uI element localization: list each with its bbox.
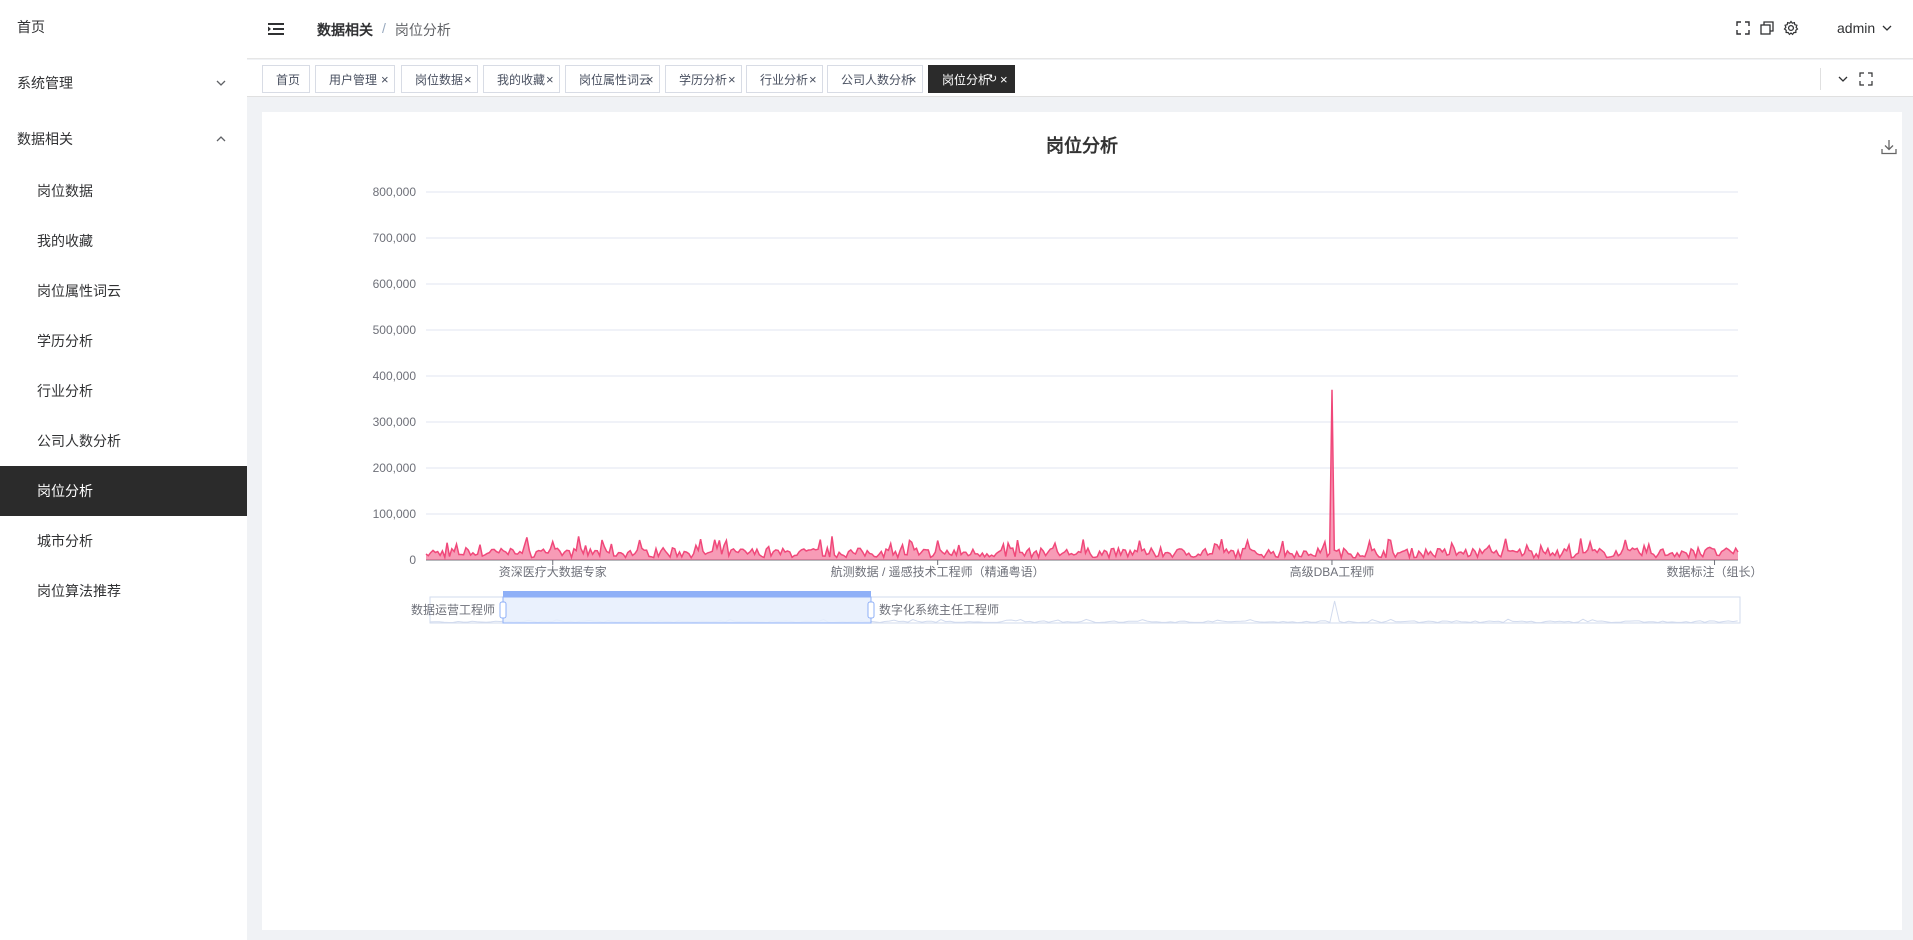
sidebar-item-label: 岗位算法推荐 xyxy=(37,583,121,599)
fullscreen-icon[interactable] xyxy=(1859,72,1873,86)
sidebar-item-label: 岗位属性词云 xyxy=(37,283,121,299)
tab-user-management[interactable]: 用户管理 × xyxy=(315,65,395,93)
user-dropdown[interactable]: admin xyxy=(1837,20,1893,36)
username: admin xyxy=(1837,20,1876,36)
close-icon[interactable]: × xyxy=(728,73,736,86)
refresh-icon[interactable]: ↻ xyxy=(988,73,997,86)
tab-label: 我的收藏 xyxy=(497,72,546,87)
tab-job-analysis[interactable]: 岗位分析 ↻ × xyxy=(928,65,1015,93)
tab-label: 岗位数据 xyxy=(415,72,464,87)
tab-home[interactable]: 首页 xyxy=(262,65,310,93)
tab-label: 公司人数分析 xyxy=(841,72,914,87)
sidebar-item-job-data[interactable]: 岗位数据 xyxy=(0,166,247,216)
y-tick-label: 500,000 xyxy=(373,323,417,337)
fullscreen-icon[interactable] xyxy=(1735,20,1751,36)
y-tick-label: 700,000 xyxy=(373,231,417,245)
x-tick-label: 资深医疗大数据专家 xyxy=(499,564,607,579)
sidebar-item-label: 公司人数分析 xyxy=(37,433,121,449)
breadcrumb: 数据相关 / 岗位分析 xyxy=(317,20,451,40)
close-icon[interactable]: × xyxy=(1000,73,1008,86)
x-tick-label: 高级DBA工程师 xyxy=(1290,564,1375,579)
sidebar: 首页 系统管理 数据相关 岗位数据 我的收藏 岗位属性词云 学历分析 行业分析 … xyxy=(0,0,247,940)
sidebar-item-system[interactable]: 系统管理 xyxy=(0,58,247,108)
chevron-down-icon xyxy=(216,80,226,86)
sidebar-item-label: 岗位数据 xyxy=(37,183,93,199)
size-icon[interactable] xyxy=(1759,20,1775,36)
tab-label: 岗位分析 xyxy=(942,72,991,87)
tab-job-data[interactable]: 岗位数据 × xyxy=(401,65,478,93)
datazoom-end-label: 数字化系统主任工程师 xyxy=(879,602,999,617)
sidebar-item-label: 数据相关 xyxy=(17,131,73,147)
tab-label: 首页 xyxy=(276,72,301,87)
tab-education[interactable]: 学历分析 × xyxy=(665,65,742,93)
tab-label: 岗位属性词云 xyxy=(579,72,652,87)
divider xyxy=(1820,68,1821,90)
chevron-down-icon xyxy=(1882,25,1892,31)
datazoom-move-handle xyxy=(503,591,871,597)
y-tick-label: 0 xyxy=(409,553,416,567)
area-chart: 0 100,000 200,000 300,000 400,000 500,000 600,… xyxy=(373,185,1763,624)
sidebar-item-label: 学历分析 xyxy=(37,333,93,349)
gear-icon[interactable] xyxy=(1783,20,1799,36)
sidebar-item-recommend[interactable]: 岗位算法推荐 xyxy=(0,566,247,616)
tab-label: 用户管理 xyxy=(329,72,378,87)
tab-industry[interactable]: 行业分析 × xyxy=(746,65,823,93)
y-tick-label: 200,000 xyxy=(373,461,417,475)
datazoom-handle[interactable] xyxy=(499,601,507,619)
close-icon[interactable]: × xyxy=(909,73,917,86)
close-icon[interactable]: × xyxy=(381,73,389,86)
datazoom-window xyxy=(502,596,872,624)
sidebar-item-label: 首页 xyxy=(17,19,45,35)
datazoom-handle[interactable] xyxy=(867,601,875,619)
chevron-down-icon[interactable] xyxy=(1836,72,1850,86)
sidebar-item-label: 行业分析 xyxy=(37,383,93,399)
chart-card: 岗位分析 0 100,000 200,000 300,000 400,000 500,00… xyxy=(262,112,1902,930)
breadcrumb-parent[interactable]: 数据相关 xyxy=(317,20,373,40)
sidebar-item-wordcloud[interactable]: 岗位属性词云 xyxy=(0,266,247,316)
sidebar-item-education[interactable]: 学历分析 xyxy=(0,316,247,366)
breadcrumb-separator: / xyxy=(382,20,386,36)
y-tick-label: 100,000 xyxy=(373,507,417,521)
tags-view: 首页 用户管理 × 岗位数据 × 我的收藏 × 岗位属性词云 × 学历分析 × … xyxy=(247,60,1913,97)
sidebar-item-city[interactable]: 城市分析 xyxy=(0,516,247,566)
breadcrumb-current: 岗位分析 xyxy=(394,22,451,38)
series-line xyxy=(425,389,1739,561)
sidebar-item-label: 城市分析 xyxy=(37,533,93,549)
datazoom-start-label: 数据运营工程师 xyxy=(411,602,495,617)
tab-label: 行业分析 xyxy=(760,72,809,87)
close-icon[interactable]: × xyxy=(809,73,817,86)
sidebar-item-favorites[interactable]: 我的收藏 xyxy=(0,216,247,266)
y-tick-label: 800,000 xyxy=(373,185,417,199)
tab-label: 学历分析 xyxy=(679,72,728,87)
x-tick-label: 航测数据 / 遥感技术工程师（精通粤语） xyxy=(831,564,1045,579)
navbar: 数据相关 / 岗位分析 admin xyxy=(247,0,1913,59)
sidebar-item-job-analysis[interactable]: 岗位分析 xyxy=(0,466,247,516)
y-tick-label: 600,000 xyxy=(373,277,417,291)
series-area xyxy=(426,389,1738,560)
sidebar-item-label: 岗位分析 xyxy=(37,483,93,499)
sidebar-item-data[interactable]: 数据相关 xyxy=(0,114,247,164)
close-icon[interactable]: × xyxy=(646,73,654,86)
tab-company-size[interactable]: 公司人数分析 × xyxy=(827,65,923,93)
sidebar-item-home[interactable]: 首页 xyxy=(0,2,247,52)
chevron-up-icon xyxy=(216,136,226,142)
hamburger-icon[interactable] xyxy=(267,20,285,38)
x-tick-label: 数据标注（组长） xyxy=(1667,564,1763,579)
tab-wordcloud[interactable]: 岗位属性词云 × xyxy=(565,65,660,93)
close-icon[interactable]: × xyxy=(464,73,472,86)
sidebar-item-company-size[interactable]: 公司人数分析 xyxy=(0,416,247,466)
sidebar-item-label: 我的收藏 xyxy=(37,233,93,249)
sidebar-item-label: 系统管理 xyxy=(17,75,73,91)
y-tick-label: 300,000 xyxy=(373,415,417,429)
tab-favorites[interactable]: 我的收藏 × xyxy=(483,65,560,93)
y-tick-label: 400,000 xyxy=(373,369,417,383)
sidebar-item-industry[interactable]: 行业分析 xyxy=(0,366,247,416)
close-icon[interactable]: × xyxy=(546,73,554,86)
